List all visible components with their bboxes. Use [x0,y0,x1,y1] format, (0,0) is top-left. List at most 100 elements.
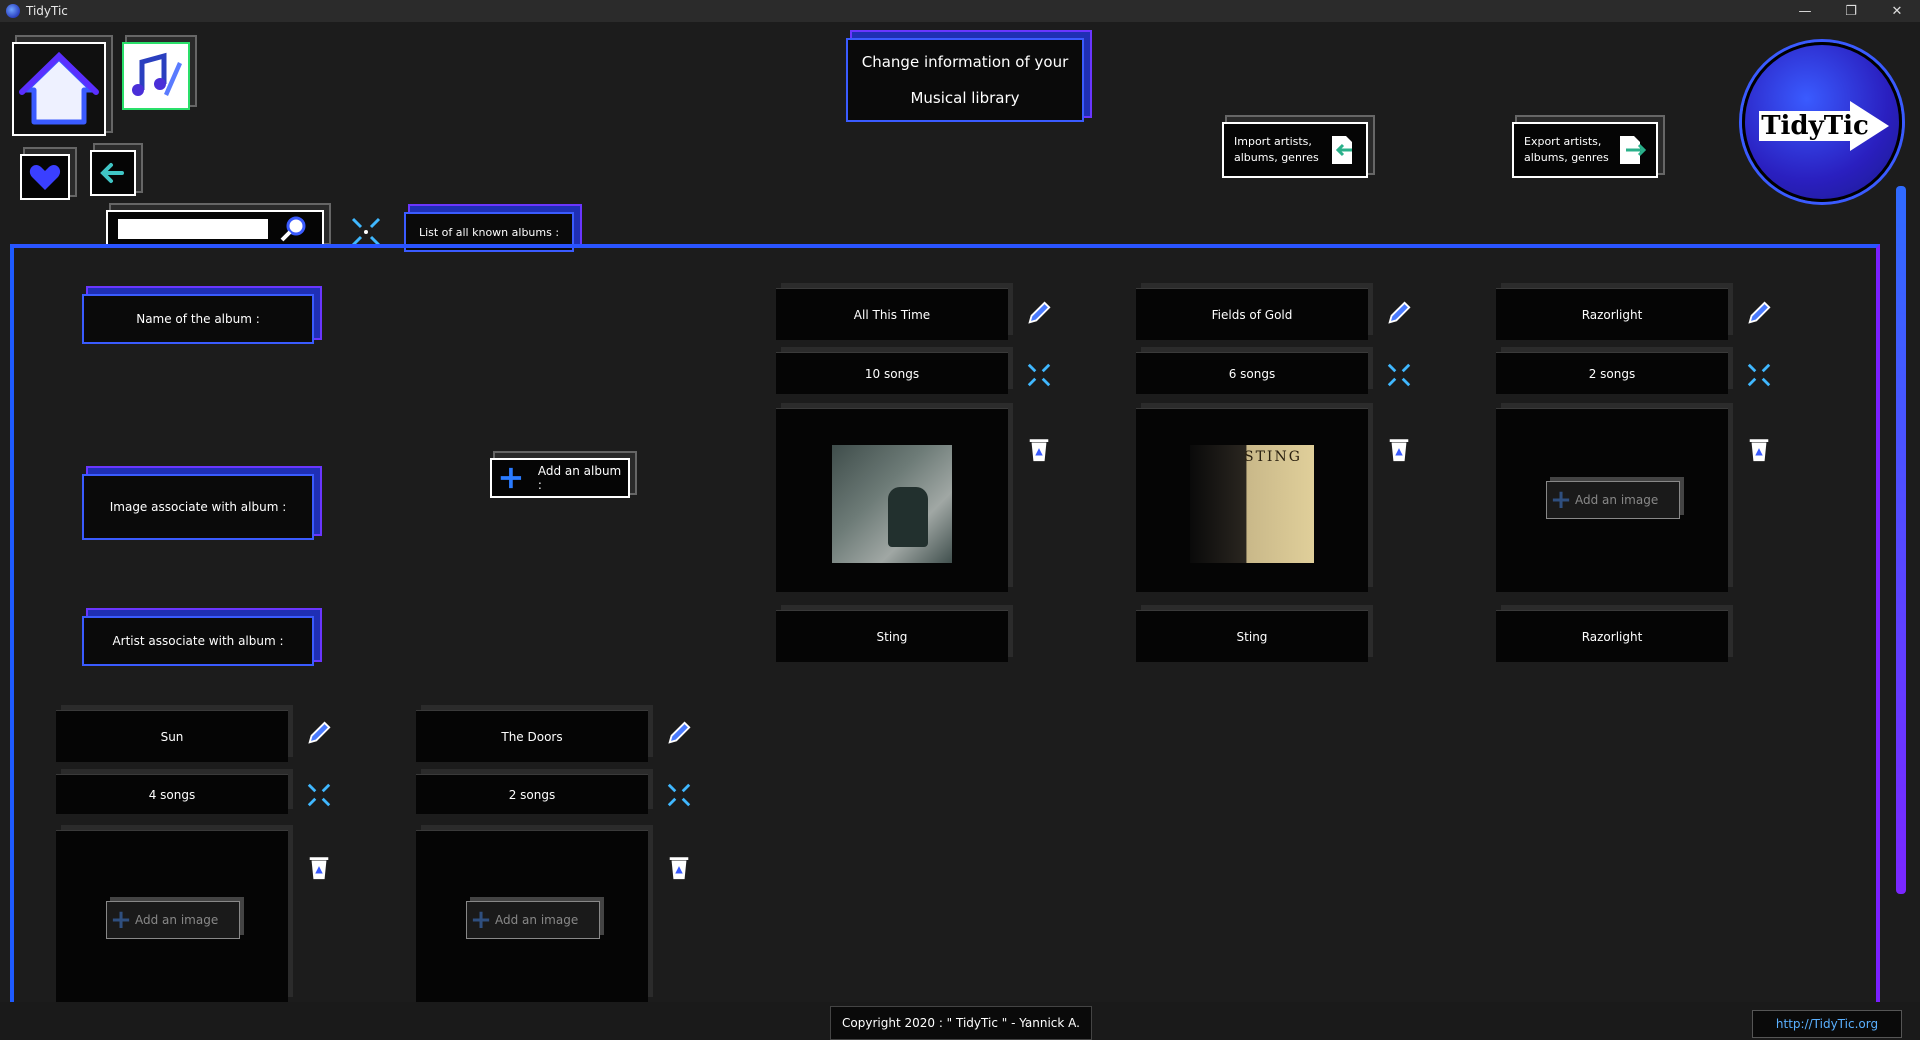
plus-icon: + [110,905,132,935]
album-artist-name: Sting [1136,610,1368,662]
songs-count-text: 6 songs [1228,366,1276,381]
album-image-field[interactable]: Image associate with album : [82,474,314,540]
trash-icon [1749,439,1769,462]
add-image-button[interactable]: + Add an image [466,901,600,939]
expand-album-button[interactable] [1386,362,1412,388]
music-edit-button[interactable] [122,42,190,110]
edit-album-button[interactable] [1746,300,1772,326]
album-artist-name: Razorlight [1496,610,1728,662]
vertical-scrollbar[interactable] [1896,186,1906,894]
home-icon [19,51,99,125]
expand-album-button[interactable] [666,782,692,808]
trash-icon [309,857,329,880]
album-cover-frame: + Add an image [56,830,288,1002]
delete-album-button[interactable] [306,854,332,880]
import-icon [1332,136,1352,164]
expand-icon [1027,363,1051,387]
maximize-button[interactable]: ❐ [1828,0,1874,22]
album-name-the-doors: The Doors [416,710,648,762]
album-songs-count: 2 songs [1496,352,1728,394]
album-cover-text: STING [1244,449,1302,465]
window-title: TidyTic [26,4,68,18]
edit-album-button[interactable] [1026,300,1052,326]
album-songs-count: 6 songs [1136,352,1368,394]
delete-album-button[interactable] [1026,436,1052,462]
artist-text: Sting [1236,629,1268,644]
album-title: All This Time [853,307,931,322]
album-songs-count: 10 songs [776,352,1008,394]
album-cover-frame [776,408,1008,592]
album-name-razorlight: Razorlight [1496,288,1728,340]
delete-album-button[interactable] [666,854,692,880]
delete-album-button[interactable] [1746,436,1772,462]
expand-icon [1747,363,1771,387]
album-title: Sun [160,729,184,744]
album-cover-frame: + Add an image [416,830,648,1002]
logo-text: TidyTic [1761,111,1869,141]
expand-album-button[interactable] [1746,362,1772,388]
minimize-button[interactable]: — [1782,0,1828,22]
expand-icon [667,783,691,807]
album-songs-count: 4 songs [56,774,288,814]
close-button[interactable]: ✕ [1874,0,1920,22]
import-button[interactable]: Import artists, albums, genres [1222,122,1368,178]
music-edit-icon [132,52,182,96]
export-button[interactable]: Export artists, albums, genres [1512,122,1658,178]
edit-album-button[interactable] [666,720,692,746]
add-album-button[interactable]: Add an album : [490,458,630,498]
album-name-fields-of-gold: Fields of Gold [1136,288,1368,340]
plus-icon: + [470,905,492,935]
export-icon [1620,136,1646,164]
search-input[interactable] [118,219,268,239]
expand-album-button[interactable] [306,782,332,808]
add-image-label: Add an image [135,913,219,927]
add-album-label: Add an album : [537,464,622,492]
back-button[interactable] [90,150,136,196]
pencil-icon [1388,301,1411,324]
expand-icon [307,783,331,807]
album-songs-count: 2 songs [416,774,648,814]
edit-album-button[interactable] [1386,300,1412,326]
songs-count-text: 2 songs [508,787,556,802]
pencil-icon [668,721,691,744]
search-icon[interactable] [278,214,308,244]
copyright-text: Copyright 2020 : " TidyTic " - Yannick A… [830,1006,1092,1040]
album-cover-frame: + Add an image [1496,408,1728,592]
export-label: Export artists, albums, genres [1524,135,1609,164]
header-title-line2: Musical library [910,89,1020,107]
plus-icon: + [1550,485,1572,515]
album-name-field[interactable]: Name of the album : [82,294,314,344]
album-name-sun: Sun [56,710,288,762]
songs-count-text: 2 songs [1588,366,1636,381]
header-title-line1: Change information of your [861,53,1069,71]
app-icon [6,4,20,18]
home-button[interactable] [12,42,106,136]
album-cover-image: STING [1190,445,1314,563]
expand-album-button[interactable] [1026,362,1052,388]
album-name-label: Name of the album : [136,312,260,326]
add-image-label: Add an image [495,913,579,927]
expand-icon [1387,363,1411,387]
album-artist-name: Sting [776,610,1008,662]
favorites-button[interactable] [20,154,70,200]
delete-album-button[interactable] [1386,436,1412,462]
back-arrow-icon [100,163,124,183]
tidytic-logo: TidyTic [1742,42,1902,202]
album-name-all-this-time: All This Time [776,288,1008,340]
album-artist-field[interactable]: Artist associate with album : [82,616,314,666]
pencil-icon [1748,301,1771,324]
plus-icon [500,467,522,489]
add-image-button[interactable]: + Add an image [106,901,240,939]
album-cover-frame: STING [1136,408,1368,592]
artist-text: Razorlight [1581,629,1643,644]
pencil-icon [1028,301,1051,324]
website-link[interactable]: http://TidyTic.org [1752,1010,1902,1038]
artist-text: Sting [876,629,908,644]
album-cover-image [832,445,952,563]
header-title-box: Change information of your Musical libra… [846,38,1084,122]
add-image-button[interactable]: + Add an image [1546,481,1680,519]
album-title: Razorlight [1581,307,1643,322]
album-title: Fields of Gold [1211,307,1293,322]
edit-album-button[interactable] [306,720,332,746]
trash-icon [669,857,689,880]
